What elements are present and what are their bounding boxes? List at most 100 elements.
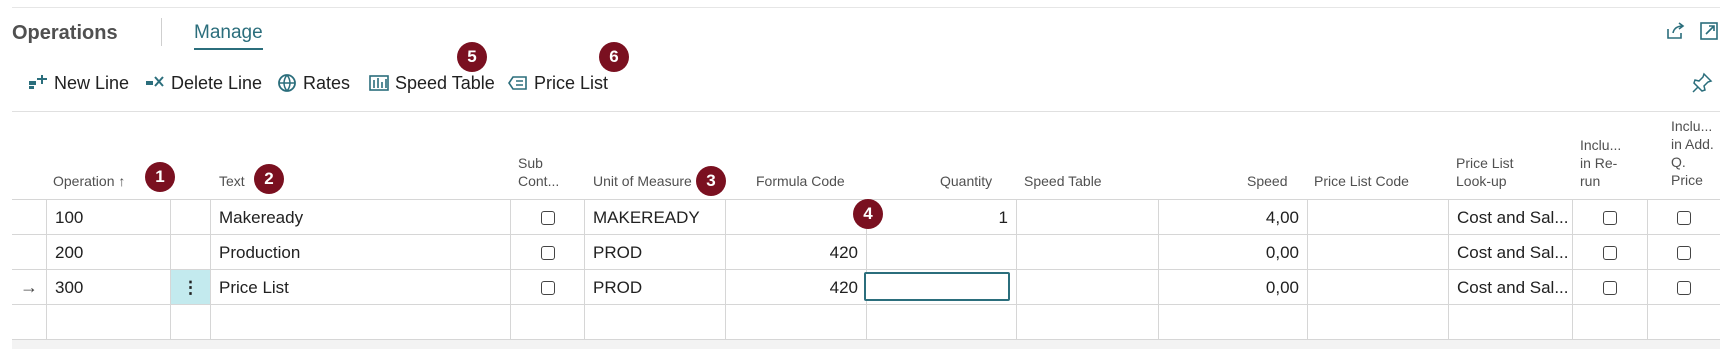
cell-row-menu[interactable] [170,305,210,340]
cell-speed[interactable]: 0,00 [1158,270,1307,305]
cell-formula-code[interactable] [725,200,866,235]
rerun-checkbox[interactable] [1603,210,1617,225]
expand-icon[interactable] [1698,20,1720,42]
cell-included-add-q-price[interactable] [1647,200,1720,235]
price-list-button[interactable]: Price List [508,66,608,100]
col-speed-table[interactable]: Speed Table [1024,172,1102,190]
col-speed[interactable]: Speed [1247,172,1287,190]
col-lookup-line1: Price List [1456,155,1514,171]
cell-speed-table[interactable] [1016,305,1158,340]
pin-icon[interactable] [1691,72,1713,94]
cell-speed-table[interactable] [1016,235,1158,270]
cell-quantity[interactable]: 1 [866,200,1016,235]
cell-price-list-lookup[interactable]: Cost and Sal... [1448,235,1572,270]
cell-included-add-q-price[interactable] [1647,305,1720,340]
cell-speed[interactable] [1158,305,1307,340]
cell-text[interactable]: Production [210,235,510,270]
top-divider [12,7,1720,8]
cell-text[interactable] [210,305,510,340]
cell-formula-code[interactable]: 420 [725,270,866,305]
cell-included-rerun[interactable] [1572,270,1647,305]
cell-price-list-code[interactable] [1307,235,1448,270]
cell-sub-cont[interactable] [510,235,584,270]
cell-sub-cont[interactable] [510,270,584,305]
cell-price-list-code[interactable] [1307,200,1448,235]
cell-unit-of-measure[interactable] [584,305,725,340]
col-quantity[interactable]: Quantity [940,172,992,190]
new-line-label: New Line [54,72,130,93]
sub-cont-checkbox[interactable] [540,245,555,260]
page-title: Operations [12,22,118,44]
cell-included-rerun[interactable] [1572,200,1647,235]
quantity-input-active[interactable] [864,272,1010,301]
rerun-checkbox[interactable] [1603,280,1617,295]
cell-included-add-q-price[interactable] [1647,235,1720,270]
cell-speed[interactable]: 0,00 [1158,235,1307,270]
col-operation[interactable]: Operation ↑ [53,172,125,190]
cell-row-menu[interactable] [170,235,210,270]
cell-row-menu[interactable] [170,200,210,235]
cell-formula-code[interactable]: 420 [725,235,866,270]
cell-unit-of-measure[interactable]: PROD [584,270,725,305]
new-line-icon [29,75,47,89]
col-add-line3: Q. [1671,154,1686,170]
add-q-price-checkbox[interactable] [1677,280,1691,295]
cell-included-add-q-price[interactable] [1647,270,1720,305]
col-included-rerun[interactable]: Inclu... in Re- run [1580,136,1621,190]
callout-badge-2: 2 [254,164,284,194]
cell-unit-of-measure[interactable]: MAKEREADY [584,200,725,235]
row-indicator [12,235,46,270]
cell-sub-cont[interactable] [510,200,584,235]
col-lookup-line2: Look-up [1456,173,1507,189]
col-sub-cont[interactable]: Sub Cont... [518,154,559,190]
cell-operation[interactable]: 200 [46,235,170,270]
add-q-price-checkbox[interactable] [1677,210,1691,225]
col-add-line1: Inclu... [1671,118,1713,134]
cell-speed-table[interactable] [1016,270,1158,305]
cell-speed[interactable]: 4,00 [1158,200,1307,235]
cell-price-list-lookup[interactable]: Cost and Sal... [1448,200,1572,235]
delete-line-button[interactable]: Delete Line [145,66,262,100]
cell-operation[interactable]: 300 [46,270,170,305]
col-price-list-lookup[interactable]: Price List Look-up [1456,154,1514,190]
cell-unit-of-measure[interactable]: PROD [584,235,725,270]
table-row-empty[interactable] [12,304,1720,340]
cell-included-rerun[interactable] [1572,235,1647,270]
cell-quantity[interactable] [866,235,1016,270]
cell-text[interactable]: Makeready [210,200,510,235]
table-row[interactable]: 200 Production PROD 420 0,00 Cost and Sa… [12,234,1720,270]
cell-formula-code[interactable] [725,305,866,340]
price-list-icon [508,76,527,90]
cell-price-list-lookup[interactable] [1448,305,1572,340]
col-add-line2: in Add. [1671,136,1714,152]
row-menu-icon[interactable]: ⋮ [170,270,210,305]
cell-sub-cont[interactable] [510,305,584,340]
col-price-list-code[interactable]: Price List Code [1314,172,1409,190]
share-icon[interactable] [1664,20,1686,42]
sub-cont-checkbox[interactable] [540,210,555,225]
add-q-price-checkbox[interactable] [1677,245,1691,260]
cell-price-list-code[interactable] [1307,270,1448,305]
col-text[interactable]: Text [219,172,245,190]
sub-cont-checkbox[interactable] [540,280,555,295]
new-line-button[interactable]: New Line [28,66,129,100]
callout-badge-4: 4 [853,199,883,229]
cell-text[interactable]: Price List [210,270,510,305]
delete-line-icon [146,76,164,87]
rates-button[interactable]: Rates [277,66,350,100]
header-separator [161,18,162,46]
col-unit-of-measure[interactable]: Unit of Measure [593,172,692,190]
grid-top-divider [12,111,1720,112]
col-included-add-q-price[interactable]: Inclu... in Add. Q. Price [1671,117,1714,189]
cell-price-list-code[interactable] [1307,305,1448,340]
cell-included-rerun[interactable] [1572,305,1647,340]
cell-speed-table[interactable] [1016,200,1158,235]
cell-quantity[interactable] [866,305,1016,340]
cell-price-list-lookup[interactable]: Cost and Sal... [1448,270,1572,305]
col-formula-code[interactable]: Formula Code [756,172,845,190]
col-rerun-line3: run [1580,173,1601,189]
cell-operation[interactable] [46,305,170,340]
cell-operation[interactable]: 100 [46,200,170,235]
tab-manage[interactable]: Manage [194,22,263,50]
rerun-checkbox[interactable] [1603,245,1617,260]
